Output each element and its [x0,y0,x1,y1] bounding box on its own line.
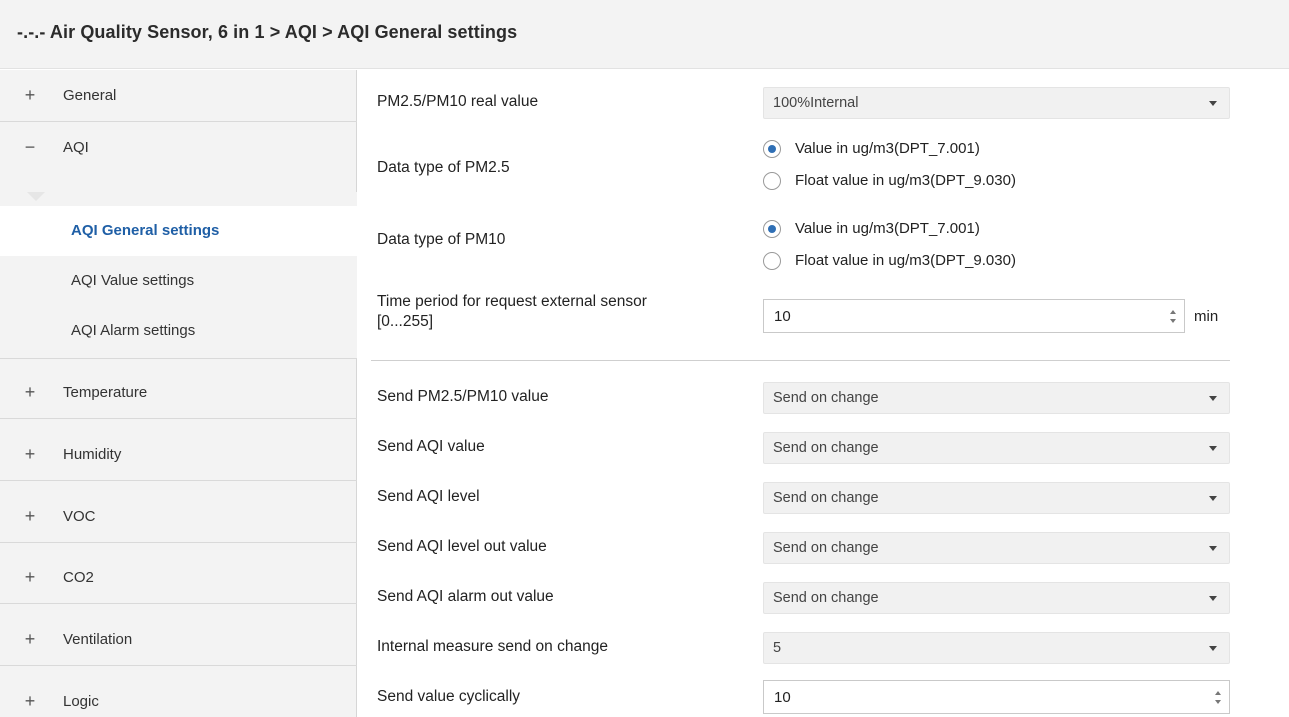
pm10-type-radio-value[interactable]: Value in ug/m3(DPT_7.001) [763,218,1083,240]
chevron-down-icon [1209,396,1217,401]
dropdown-value: Send on change [773,490,879,506]
send-aqi-alarm-out-label: Send AQI alarm out value [377,588,554,605]
collapse-icon: − [24,137,36,157]
dropdown-value: Send on change [773,390,879,406]
sidebar-item-label: Temperature [63,384,148,401]
time-period-label: Time period for request external sensor [377,293,647,310]
sidebar-item-voc[interactable]: + VOC [0,491,357,543]
internal-measure-label: Internal measure send on change [377,638,608,655]
send-aqi-level-dropdown[interactable]: Send on change [763,482,1230,514]
send-cyclic-label: Send value cyclically [377,688,521,705]
sidebar-item-general[interactable]: + General [0,70,357,122]
internal-measure-dropdown[interactable]: 5 [763,632,1230,664]
radio-label: Value in ug/m3(DPT_7.001) [795,220,980,237]
sidebar-item-label: General [63,87,117,104]
divider [371,360,1230,361]
send-aqi-level-out-dropdown[interactable]: Send on change [763,532,1230,564]
pm-real-value-label: PM2.5/PM10 real value [377,93,539,110]
time-period-input[interactable]: 10 [763,299,1185,333]
input-value: 10 [774,308,791,325]
send-aqi-level-label: Send AQI level [377,488,480,505]
spin-up-icon[interactable] [1170,310,1176,314]
expand-icon: + [24,567,36,587]
radio-label: Float value in ug/m3(DPT_9.030) [795,172,1016,189]
unit-label: min [1194,308,1219,325]
send-aqi-level-out-label: Send AQI level out value [377,538,547,555]
dropdown-value: Send on change [773,540,879,556]
send-pm-label: Send PM2.5/PM10 value [377,388,549,405]
chevron-down-icon [1209,546,1217,551]
spin-down-icon[interactable] [1215,700,1221,704]
sidebar-item-temperature[interactable]: + Temperature [0,367,357,419]
sidebar-item-aqi[interactable]: − AQI [0,122,357,174]
pointer-notch [27,192,45,201]
send-cyclic-input[interactable]: 10 [763,680,1230,714]
radio-checked-icon [763,140,781,158]
sidebar-item-ventilation[interactable]: + Ventilation [0,614,357,666]
header-bar: -.-.- Air Quality Sensor, 6 in 1 > AQI >… [0,0,1289,69]
sidebar-item-label: Ventilation [63,631,133,648]
dropdown-value: Send on change [773,440,879,456]
pm25-type-radio-float[interactable]: Float value in ug/m3(DPT_9.030) [763,170,1083,192]
radio-unchecked-icon [763,172,781,190]
expand-icon: + [24,506,36,526]
sidebar-item-label: Logic [63,693,99,710]
pm-real-value-dropdown[interactable]: 100%Internal [763,87,1230,119]
expand-icon: + [24,85,36,105]
page-title: -.-.- Air Quality Sensor, 6 in 1 > AQI >… [17,22,518,42]
time-period-range-label: [0...255] [377,313,434,330]
expand-icon: + [24,691,36,711]
chevron-down-icon [1209,446,1217,451]
send-aqi-value-label: Send AQI value [377,438,485,455]
spin-up-icon[interactable] [1215,691,1221,695]
expand-icon: + [24,444,36,464]
settings-panel: PM2.5/PM10 real value 100%Internal Data … [358,70,1289,717]
sidebar-item-logic[interactable]: + Logic [0,676,357,717]
sidebar-item-label: CO2 [63,569,94,586]
radio-label: Float value in ug/m3(DPT_9.030) [795,252,1016,269]
chevron-down-icon [1209,596,1217,601]
sidebar-subitem-aqi-alarm-settings[interactable]: AQI Alarm settings [0,306,357,356]
dropdown-value: 100%Internal [773,95,859,111]
sidebar-item-co2[interactable]: + CO2 [0,552,357,604]
sidebar-item-label: AQI [63,139,89,156]
radio-label: Value in ug/m3(DPT_7.001) [795,140,980,157]
pm10-type-radio-float[interactable]: Float value in ug/m3(DPT_9.030) [763,250,1083,272]
radio-checked-icon [763,220,781,238]
sidebar-item-label: VOC [63,508,96,525]
send-aqi-value-dropdown[interactable]: Send on change [763,432,1230,464]
chevron-down-icon [1209,646,1217,651]
sidebar-subitem-aqi-general-settings[interactable]: AQI General settings [0,206,357,256]
pm25-type-label: Data type of PM2.5 [377,159,510,176]
pm10-type-label: Data type of PM10 [377,231,506,248]
chevron-down-icon [1209,496,1217,501]
input-value: 10 [774,689,791,706]
pm25-type-radio-value[interactable]: Value in ug/m3(DPT_7.001) [763,138,1083,160]
chevron-down-icon [1209,101,1217,106]
spin-down-icon[interactable] [1170,319,1176,323]
sidebar-item-humidity[interactable]: + Humidity [0,429,357,481]
sidebar-subitem-label: AQI Alarm settings [71,322,196,339]
sidebar: + General − AQI AQI General settings AQI… [0,70,357,717]
sidebar-item-label: Humidity [63,446,122,463]
sidebar-subitem-label: AQI Value settings [71,272,195,289]
sidebar-subitem-aqi-value-settings[interactable]: AQI Value settings [0,256,357,306]
radio-unchecked-icon [763,252,781,270]
expand-icon: + [24,382,36,402]
send-aqi-alarm-out-dropdown[interactable]: Send on change [763,582,1230,614]
dropdown-value: 5 [773,640,782,656]
sidebar-subitem-label: AQI General settings [71,222,220,239]
expand-icon: + [24,629,36,649]
dropdown-value: Send on change [773,590,879,606]
send-pm-dropdown[interactable]: Send on change [763,382,1230,414]
